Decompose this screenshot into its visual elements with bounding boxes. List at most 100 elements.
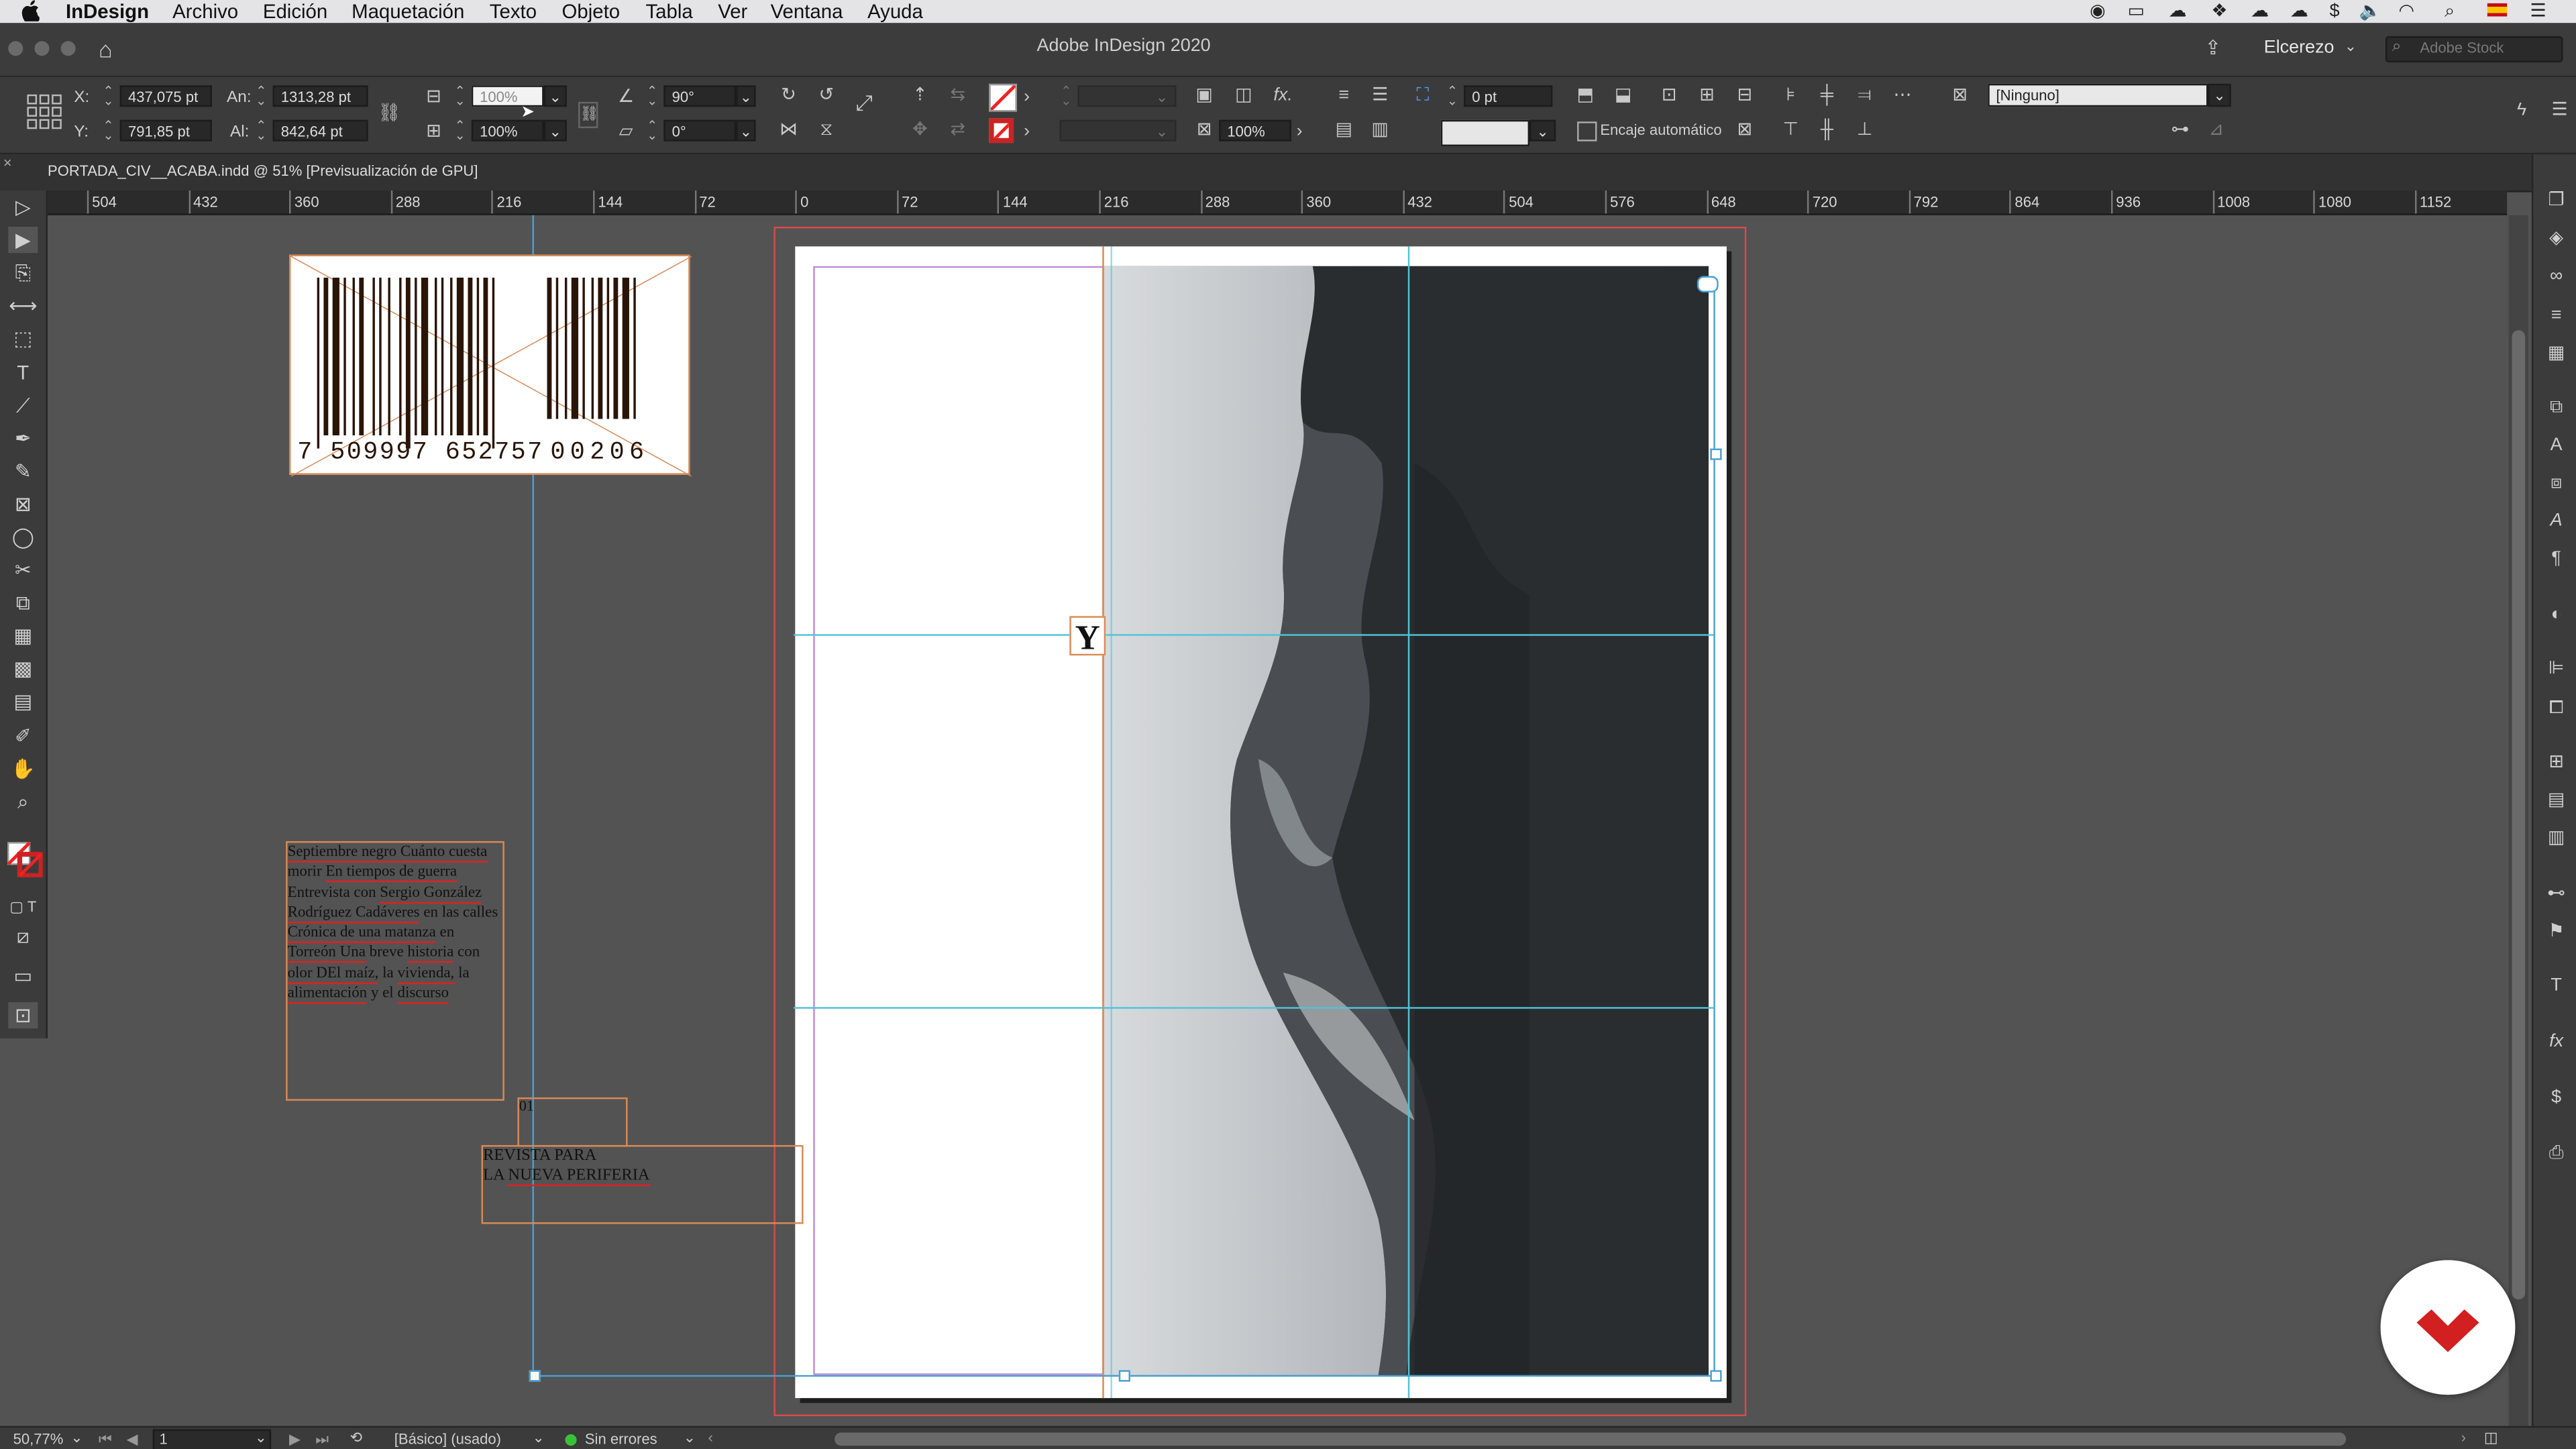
link-badge-icon[interactable]: [1697, 276, 1719, 292]
horizontal-ruler[interactable]: 504 432 360 288 216 144 72 0 72 144 216 288 360 432 50…: [46, 191, 2508, 215]
tagline-frame[interactable]: REVISTA PARA LA NUEVA PERIFERIA: [481, 1144, 804, 1224]
workspace-switcher[interactable]: Elcerezo: [2264, 38, 2334, 57]
free-transform-tool-icon[interactable]: ⧉: [8, 590, 38, 616]
frame-fitting-icon[interactable]: ⛶: [1411, 85, 1434, 105]
object-styles-panel-icon[interactable]: ⧈: [2543, 470, 2569, 496]
y-stepper[interactable]: ⌃ ⌄: [102, 119, 115, 142]
select-container-icon[interactable]: ⇡: [908, 85, 931, 105]
fill-frame-proportionally-icon[interactable]: ⊞: [1695, 85, 1718, 105]
shear-dropdown[interactable]: ⌄: [736, 119, 756, 142]
stroke-panel-icon[interactable]: ≡: [2543, 303, 2569, 329]
hand-tool-icon[interactable]: ✋: [8, 756, 38, 782]
autofit-checkbox[interactable]: [1577, 121, 1597, 142]
align-horizontal-centers-icon[interactable]: ╪: [1815, 85, 1838, 105]
wifi-icon[interactable]: ◠: [2399, 0, 2415, 23]
menu-ventana[interactable]: Ventana: [771, 0, 843, 23]
rectangle-frame-tool-icon[interactable]: ⊠: [8, 491, 38, 517]
color-panel-icon[interactable]: ◐: [2543, 601, 2569, 627]
dropbox-icon[interactable]: ❖: [2211, 0, 2227, 23]
height-field[interactable]: 842,64 pt: [272, 119, 368, 142]
width-field[interactable]: 1313,28 pt: [272, 85, 368, 107]
profile-dropdown-icon[interactable]: ⌄: [532, 1430, 544, 1448]
gradient-swatch-tool-icon[interactable]: ▦: [8, 623, 38, 649]
app-menu[interactable]: InDesign: [66, 0, 149, 23]
selection-tool-icon[interactable]: ▷: [8, 194, 38, 220]
rotate-cw-icon[interactable]: ↻: [777, 85, 800, 105]
stroke-none-swatch[interactable]: [989, 118, 1014, 144]
stroke-weight-stepper-a[interactable]: ⌃ ⌄: [1060, 85, 1073, 107]
document-tab-title[interactable]: PORTADA_CIV__ACABA.indd @ 51% [Previsual…: [48, 162, 478, 178]
screen-record-icon[interactable]: ◉: [2090, 0, 2106, 23]
shear-stepper[interactable]: ⌃ ⌄: [645, 119, 659, 142]
scale-y-stepper[interactable]: ⌃ ⌄: [453, 119, 467, 142]
previous-page-icon[interactable]: ◀: [127, 1431, 138, 1449]
glyphs-panel-icon[interactable]: A: [2543, 508, 2569, 534]
align-left-edges-icon[interactable]: ⊧: [1779, 85, 1802, 105]
menu-ver[interactable]: Ver: [718, 0, 747, 23]
stroke-chevron-icon[interactable]: ›: [1020, 121, 1034, 141]
panel-menu-icon[interactable]: ☰: [2548, 100, 2571, 119]
rotate-dropdown[interactable]: ⌄: [736, 85, 756, 107]
content-collector-icon[interactable]: ⬚: [8, 325, 38, 352]
align-right-edges-icon[interactable]: ⫤: [1853, 85, 1876, 105]
scale-y-dropdown[interactable]: ⌄: [543, 119, 567, 142]
fit-content-frame-icon[interactable]: ⬒: [1574, 85, 1597, 105]
shear-field[interactable]: 0°: [663, 119, 737, 142]
menu-ayuda[interactable]: Ayuda: [867, 0, 923, 23]
shadow-toggle-icon[interactable]: ◫: [1232, 85, 1255, 105]
selection-handle-mr[interactable]: [1710, 448, 1722, 460]
select-next-icon[interactable]: ⇆: [947, 85, 969, 105]
zoom-dropdown-icon[interactable]: ⌄: [70, 1430, 83, 1448]
distribute-icon[interactable]: ⋯: [1891, 85, 1914, 105]
selection-handle-bm[interactable]: [1118, 1370, 1130, 1382]
object-style-options-icon[interactable]: ⊿: [2205, 120, 2228, 140]
text-wrap-bbox-icon[interactable]: ▥: [1368, 120, 1391, 140]
preflight-dropdown-icon[interactable]: ⌄: [684, 1430, 696, 1448]
page-number-field[interactable]: 1 ⌄: [152, 1429, 272, 1449]
gradient-feather-tool-icon[interactable]: ▩: [8, 655, 38, 682]
menu-texto[interactable]: Texto: [490, 0, 537, 23]
split-view-icon[interactable]: ◫: [2484, 1430, 2498, 1448]
normal-view-mode-icon[interactable]: ⊡: [8, 1002, 38, 1029]
preflight-status[interactable]: Sin errores: [585, 1431, 657, 1447]
cover-photo[interactable]: [1102, 266, 1709, 1375]
table-styles-panel-icon[interactable]: ▤: [2543, 787, 2569, 813]
stroke-style-preview[interactable]: [1440, 119, 1530, 146]
flag-es-icon[interactable]: [2487, 0, 2508, 23]
issue-number-frame[interactable]: 01: [517, 1097, 628, 1147]
menu-archivo[interactable]: Archivo: [172, 0, 238, 23]
y-position-field[interactable]: 791,85 pt: [119, 119, 212, 142]
menu-maquetacion[interactable]: Maquetación: [352, 0, 464, 23]
stock-search[interactable]: ⌕ Adobe Stock: [2385, 36, 2563, 63]
menu-edicion[interactable]: Edición: [263, 0, 327, 23]
share-icon[interactable]: ⇪: [2205, 36, 2222, 59]
rotate-ccw-icon[interactable]: ↺: [815, 85, 838, 105]
preflight-profile[interactable]: [Básico] (usado): [394, 1431, 501, 1447]
display-icon[interactable]: ▭: [2127, 0, 2144, 23]
rotate-field[interactable]: 90°: [663, 85, 737, 107]
drop-shadow-icon[interactable]: ▣: [1193, 85, 1216, 105]
quick-apply-icon[interactable]: ϟ: [2510, 100, 2533, 119]
cc-libraries-panel-icon[interactable]: ⧉: [2543, 394, 2569, 421]
fill-none-swatch[interactable]: [989, 83, 1017, 112]
selection-handle-bl[interactable]: [529, 1370, 541, 1382]
collapse-panels-icon[interactable]: ×: [3, 154, 12, 170]
vertical-scrollbar[interactable]: [2508, 215, 2529, 1426]
object-style-select[interactable]: [Ninguno]: [1988, 83, 2208, 107]
table-panel-icon[interactable]: ▥: [2543, 824, 2569, 851]
formatting-affects-container-icon[interactable]: ▢ T: [8, 894, 38, 920]
stroke-weight-dropdown-a[interactable]: ⌄: [1077, 85, 1177, 107]
reference-point-icon[interactable]: [26, 94, 62, 130]
paragraph-panel-icon[interactable]: ¶: [2543, 545, 2569, 572]
menu-objeto[interactable]: Objeto: [562, 0, 621, 23]
cc-market-panel-icon[interactable]: $: [2543, 1084, 2569, 1110]
bookmarks-panel-icon[interactable]: ⚑: [2543, 918, 2569, 945]
direct-selection-tool-icon[interactable]: ▶: [8, 226, 38, 254]
type-tool-icon[interactable]: T: [8, 360, 38, 386]
stroke-type-dropdown[interactable]: ⌄: [1059, 119, 1177, 142]
x-stepper[interactable]: ⌃ ⌄: [102, 85, 115, 107]
zoom-tool-icon[interactable]: ⌕: [8, 789, 38, 815]
select-previous-icon[interactable]: ⇄: [947, 120, 969, 140]
text-wrap-panel-icon[interactable]: ⊞: [2543, 749, 2569, 775]
gap-tool-icon[interactable]: ⟷: [8, 292, 38, 319]
